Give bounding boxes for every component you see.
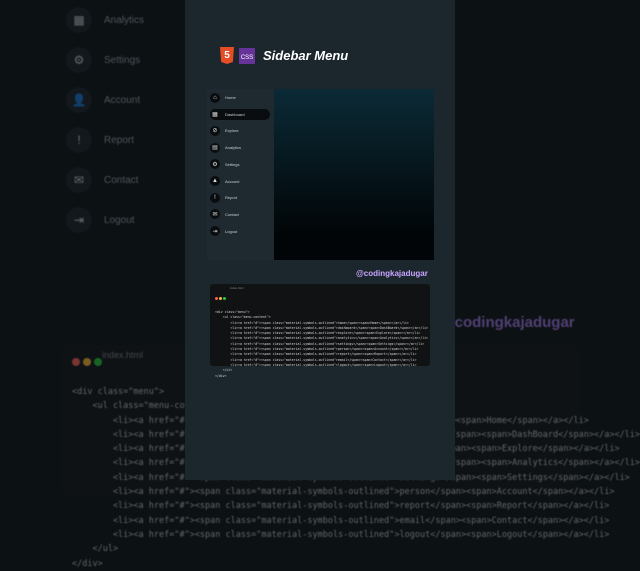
- sidebar-item-settings[interactable]: ⚙ Settings: [210, 159, 268, 170]
- background-menu-item: ⇥ Logout: [66, 207, 135, 233]
- code-line: <li><a href="#"><span class="material-sy…: [72, 487, 615, 498]
- code-line: <li><a href="#"><span class="material-sy…: [72, 501, 610, 512]
- sidebar-item-explore[interactable]: ⊘ Explore: [210, 125, 268, 136]
- title-text: Sidebar Menu: [263, 48, 349, 63]
- sidebar-item-label: Contact: [225, 211, 239, 217]
- person-icon: ▲: [210, 176, 220, 186]
- sidebar-item-account[interactable]: ▲ Account: [210, 176, 268, 187]
- menu-item-label: Settings: [104, 54, 141, 66]
- sidebar-item-label: Dashboard: [225, 111, 245, 117]
- code-line: <li><a href="#"><span class="material-sy…: [72, 529, 610, 540]
- css-logo-icon: CSS: [239, 47, 255, 64]
- explore-icon: ⊘: [210, 125, 220, 136]
- demo-preview: ⌂ Home ▦ Dashboard ⊘ Explore ▤ Analytics ⚙ Settin…: [207, 89, 434, 260]
- sidebar: ⌂ Home ▦ Dashboard ⊘ Explore ▤ Analytics ⚙ Settin…: [207, 89, 274, 260]
- code-line: </ul>: [72, 544, 119, 555]
- analytics-icon: ▦: [66, 7, 92, 33]
- mail-icon: ✉: [210, 209, 220, 220]
- home-icon: ⌂: [210, 92, 220, 103]
- sidebar-item-report[interactable]: ! Report: [210, 192, 268, 203]
- analytics-icon: ▤: [210, 142, 220, 153]
- filename: index.html: [102, 350, 144, 360]
- window-controls: [215, 287, 425, 305]
- dashboard-icon: ▦: [210, 109, 220, 120]
- background-menu-item: ▦ Analytics: [66, 7, 144, 33]
- gear-icon: ⚙: [66, 47, 92, 73]
- code-block: <div class="menu"> <ul class="menu-conte…: [215, 310, 429, 379]
- code-line: </div>: [215, 373, 227, 378]
- background-menu-item: ! Report: [66, 127, 134, 153]
- code-line: <li><a href="#"><span class="material-sy…: [215, 352, 417, 357]
- html5-logo-icon: 5: [220, 47, 234, 64]
- logout-icon: ⇥: [210, 226, 220, 237]
- code-line: </div>: [72, 558, 103, 569]
- sidebar-item-label: Explore: [225, 128, 239, 134]
- background-watermark: @codingkajadugar: [440, 314, 575, 331]
- code-line: <li><a href="#"><span class="material-sy…: [215, 362, 417, 367]
- logout-icon: ⇥: [66, 207, 92, 233]
- filename: index.html: [230, 286, 244, 290]
- menu-item-label: Logout: [104, 214, 135, 226]
- page-title: 5 CSS Sidebar Menu: [220, 47, 348, 64]
- gear-icon: ⚙: [210, 159, 220, 170]
- sidebar-item-label: Home: [225, 95, 236, 100]
- menu-item-label: Account: [104, 94, 141, 106]
- report-icon: !: [66, 127, 92, 153]
- menu-item-label: Contact: [104, 174, 139, 186]
- menu-item-label: Report: [104, 134, 135, 146]
- background-menu-item: ⚙ Settings: [66, 47, 140, 73]
- sidebar-item-label: Logout: [225, 228, 238, 234]
- sidebar-item-label: Analytics: [225, 145, 242, 151]
- sidebar-item-dashboard[interactable]: ▦ Dashboard: [210, 108, 270, 120]
- menu-item-label: Analytics: [104, 14, 145, 26]
- person-icon: 👤: [66, 87, 92, 113]
- code-line: <li><a href="#"><span class="material-sy…: [72, 515, 610, 526]
- watermark: @codingkajadugar: [356, 269, 428, 278]
- sidebar-item-logout[interactable]: ⇥ Logout: [210, 226, 268, 237]
- code-window: index.html <div class="menu"> <ul class=…: [210, 284, 430, 378]
- code-line: <li><a href="#"><span class="material-sy…: [215, 336, 429, 341]
- sidebar-item-home[interactable]: ⌂ Home: [210, 92, 268, 103]
- report-icon: !: [210, 192, 220, 203]
- sidebar-item-contact[interactable]: ✉ Contact: [210, 209, 268, 220]
- sidebar-item-analytics[interactable]: ▤ Analytics: [210, 142, 268, 153]
- sidebar-item-label: Settings: [225, 161, 240, 167]
- background-menu-item: ✉ Contact: [66, 167, 138, 193]
- mail-icon: ✉: [66, 167, 92, 193]
- sidebar-item-label: Account: [225, 178, 240, 184]
- sidebar-item-label: Report: [225, 195, 238, 201]
- background-menu-item: 👤 Account: [66, 87, 140, 113]
